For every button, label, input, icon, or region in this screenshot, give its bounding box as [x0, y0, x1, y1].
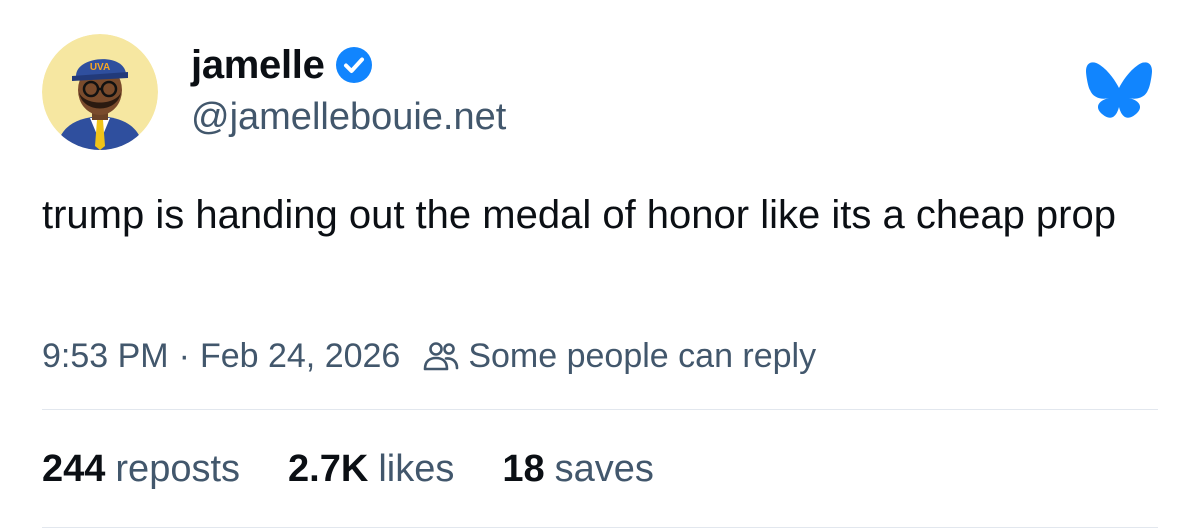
svg-text:UVA: UVA — [90, 62, 110, 73]
author-display-name[interactable]: jamelle — [191, 43, 325, 88]
post-time[interactable]: 9:53 PM — [42, 337, 169, 376]
saves-label: saves — [554, 447, 654, 490]
author-name-row: jamelle — [191, 40, 373, 90]
likes-stat[interactable]: 2.7K likes — [288, 448, 454, 491]
likes-count: 2.7K — [288, 447, 369, 490]
post-text: trump is handing out the medal of honor … — [42, 193, 1116, 237]
reposts-label: reposts — [115, 447, 241, 490]
post-card: UVA jamelle @jamellebouie.net trump is h… — [0, 0, 1200, 530]
bluesky-butterfly-icon[interactable] — [1085, 60, 1153, 120]
engagement-stats: 244 reposts 2.7K likes 18 saves — [42, 444, 702, 494]
saves-stat[interactable]: 18 saves — [502, 448, 654, 491]
reply-setting[interactable]: Some people can reply — [468, 337, 816, 376]
reposts-stat[interactable]: 244 reposts — [42, 448, 240, 491]
author-handle[interactable]: @jamellebouie.net — [191, 96, 506, 139]
post-meta: 9:53 PM · Feb 24, 2026 Some people can r… — [42, 334, 816, 378]
likes-label: likes — [378, 447, 455, 490]
divider — [42, 409, 1158, 410]
avatar[interactable]: UVA — [42, 34, 158, 150]
reposts-count: 244 — [42, 447, 106, 490]
people-icon — [422, 337, 460, 375]
meta-separator: · — [178, 336, 190, 375]
post-date[interactable]: Feb 24, 2026 — [200, 337, 400, 376]
divider — [42, 527, 1158, 528]
verified-check-icon[interactable] — [335, 46, 373, 84]
saves-count: 18 — [502, 447, 545, 490]
